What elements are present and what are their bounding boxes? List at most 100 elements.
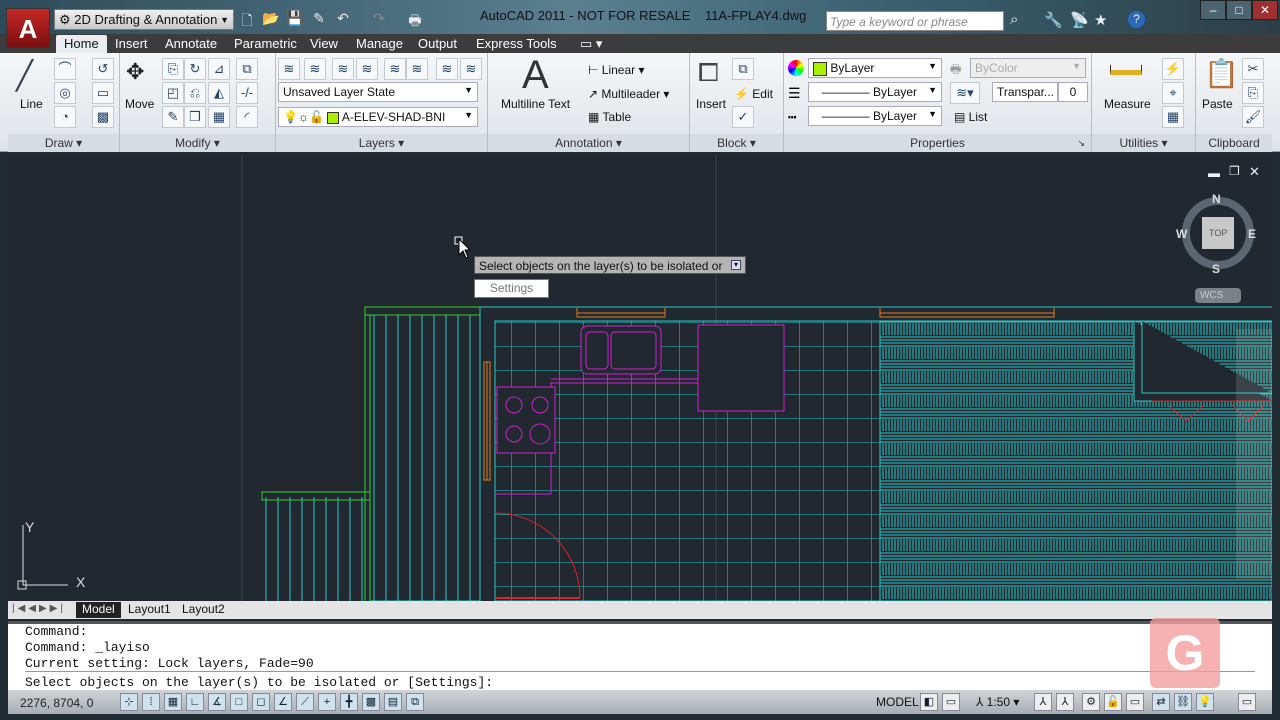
multileader-button[interactable]: ↗ Multileader ▾ (588, 87, 669, 101)
tab-layout1[interactable]: Layout1 (122, 602, 177, 618)
workspace-switching-icon[interactable]: ⚙ (1082, 693, 1100, 711)
array-icon[interactable]: ⧉ (236, 58, 258, 80)
rectangular-array-icon[interactable]: ▦ (208, 106, 230, 128)
save-as-icon[interactable]: ✎ (310, 10, 328, 28)
panel-title-utilities[interactable]: Utilities ▾ (1092, 134, 1195, 152)
quick-properties-icon[interactable]: ▤ (384, 693, 402, 711)
measure-button[interactable]: Measure (1104, 97, 1151, 111)
viewport-close-icon[interactable]: ✕ (1249, 164, 1260, 180)
maximize-button[interactable]: □ (1226, 0, 1252, 20)
tab-home[interactable]: Home (56, 35, 107, 53)
options-down-arrow-icon[interactable]: ▾ (731, 260, 741, 270)
compass-e[interactable]: E (1248, 227, 1256, 241)
quick-select-icon[interactable]: ⚡ (1162, 58, 1184, 80)
panel-title-block[interactable]: Block ▾ (690, 134, 783, 152)
trim-icon[interactable]: ⊿ (208, 58, 230, 80)
fillet-icon[interactable]: ◜ (236, 106, 258, 128)
move-button[interactable]: Move (125, 97, 154, 111)
break-icon[interactable]: -/- (236, 82, 258, 104)
grid-display-icon[interactable]: ▦ (164, 693, 182, 711)
viewport-minimize-icon[interactable]: ▬ (1208, 166, 1220, 180)
layer-off-icon[interactable]: ≋ (406, 58, 428, 80)
binoculars-icon[interactable]: ⌕ (1010, 11, 1018, 28)
layer-freeze-icon[interactable]: ≋ (384, 58, 406, 80)
dynamic-ucs-icon[interactable]: ⟋ (296, 693, 314, 711)
panel-title-clipboard[interactable]: Clipboard (1196, 134, 1272, 152)
transparency-toggle-icon[interactable]: ▩ (362, 693, 380, 711)
hatch-icon[interactable]: ▩ (92, 106, 114, 128)
open-icon[interactable]: 📂 (262, 10, 280, 28)
close-button[interactable]: ✕ (1252, 0, 1278, 20)
spline-icon[interactable]: ↺ (92, 58, 114, 80)
stretch-icon[interactable]: ⎌ (184, 82, 206, 104)
tab-nav-arrows[interactable]: |◀◀▶▶| (12, 603, 66, 614)
erase-icon[interactable]: ✎ (162, 106, 184, 128)
help-icon[interactable]: ? (1128, 11, 1145, 28)
plot-icon[interactable]: 🖶 (406, 10, 424, 28)
tab-layout2[interactable]: Layout2 (176, 602, 231, 618)
infer-constraints-icon[interactable]: ⊹ (120, 693, 138, 711)
ribbon-minimize-icon[interactable]: ▭ ▾ (572, 35, 610, 53)
polyline-icon[interactable]: ⌒ (54, 58, 76, 80)
scale-icon[interactable]: ◰ (162, 82, 184, 104)
layer-walk-icon[interactable]: ≋▾ (950, 82, 980, 104)
layer-unlock-icon[interactable]: ≋ (460, 58, 482, 80)
quick-view-drawings-icon[interactable]: ▭ (942, 693, 960, 711)
layer-lock-icon[interactable]: ≋ (436, 58, 458, 80)
cut-icon[interactable]: ✂ (1242, 58, 1264, 80)
linear-dimension-button[interactable]: ⊢ Linear ▾ (588, 63, 645, 77)
panel-title-annotation[interactable]: Annotation ▾ (488, 134, 689, 152)
transparency-value[interactable]: 0 (1058, 82, 1088, 102)
lineweight-toggle-icon[interactable]: ╋ (340, 693, 358, 711)
edit-block-button[interactable]: ⚡ Edit (734, 87, 773, 101)
panel-title-modify[interactable]: Modify ▾ (120, 134, 275, 152)
compass-w[interactable]: W (1176, 227, 1187, 241)
tab-parametric[interactable]: Parametric (226, 35, 305, 53)
object-snap-tracking-icon[interactable]: ∠ (274, 693, 292, 711)
panel-title-layers[interactable]: Layers ▾ (276, 134, 487, 152)
linetype-dropdown[interactable]: ———— ByLayer ▼ (808, 106, 942, 126)
lineweight-dropdown[interactable]: ———— ByLayer ▼ (808, 82, 942, 102)
list-button[interactable]: ▤ List (954, 110, 987, 124)
layer-properties-icon[interactable]: ≋ (278, 58, 300, 80)
wrench-icon[interactable]: 🔧 (1044, 11, 1063, 29)
copy-icon[interactable]: ⎘ (162, 58, 184, 80)
model-space-toggle[interactable]: MODEL (876, 695, 919, 709)
annotation-scale-dropdown[interactable]: ⅄ 1:50 ▾ (976, 695, 1019, 709)
save-icon[interactable]: 💾 (286, 10, 304, 28)
table-button[interactable]: ▦ Table (588, 110, 631, 124)
rectangle-icon[interactable]: ▭ (92, 82, 114, 104)
plot-style-dropdown[interactable]: ByColor ▼ (970, 58, 1086, 78)
isolate-objects-icon[interactable]: ⇄ (1152, 693, 1170, 711)
layer-dropdown[interactable]: 💡☼🔓 A-ELEV-SHAD-BNI ▼ (278, 107, 478, 127)
rotate-icon[interactable]: ↻ (184, 58, 206, 80)
tab-model[interactable]: Model (76, 602, 121, 618)
navigation-bar[interactable] (1236, 329, 1272, 579)
paste-button[interactable]: Paste (1202, 97, 1233, 111)
layer-match-icon[interactable]: ≋ (304, 58, 326, 80)
drawing-canvas[interactable]: Y X (8, 155, 1273, 602)
settings-option[interactable]: Settings (474, 279, 549, 298)
3d-osnap-icon[interactable]: ◻ (252, 693, 270, 711)
ortho-mode-icon[interactable]: ∟ (186, 693, 204, 711)
redo-icon[interactable]: ↷ (370, 10, 388, 28)
calculator-icon[interactable]: ▦ (1162, 106, 1184, 128)
color-dropdown[interactable]: ByLayer ▼ (808, 58, 942, 78)
layer-previous-icon[interactable]: ≋ (332, 58, 354, 80)
link-icon[interactable]: ⛓ (1174, 693, 1192, 711)
favorites-star-icon[interactable]: ★ (1094, 11, 1107, 29)
search-input[interactable]: Type a keyword or phrase (826, 11, 1004, 31)
copy-clip-icon[interactable]: ⎘ (1242, 82, 1264, 104)
polar-tracking-icon[interactable]: ∡ (208, 693, 226, 711)
compass-n[interactable]: N (1212, 192, 1221, 206)
mirror-icon[interactable]: ◭ (208, 82, 230, 104)
satellite-icon[interactable]: 📡 (1070, 11, 1089, 29)
arc-icon[interactable]: ◔ (54, 106, 76, 128)
workspace-dropdown[interactable]: ⚙ 2D Drafting & Annotation ▼ (54, 9, 234, 30)
hardware-acceleration-icon[interactable]: ▭ (1126, 693, 1144, 711)
create-block-icon[interactable]: ⧉ (732, 58, 754, 80)
quick-view-layouts-icon[interactable]: ◧ (920, 693, 938, 711)
layer-isolate-icon[interactable]: ≋ (356, 58, 378, 80)
dynamic-input-icon[interactable]: + (318, 693, 336, 711)
object-snap-icon[interactable]: □ (230, 693, 248, 711)
